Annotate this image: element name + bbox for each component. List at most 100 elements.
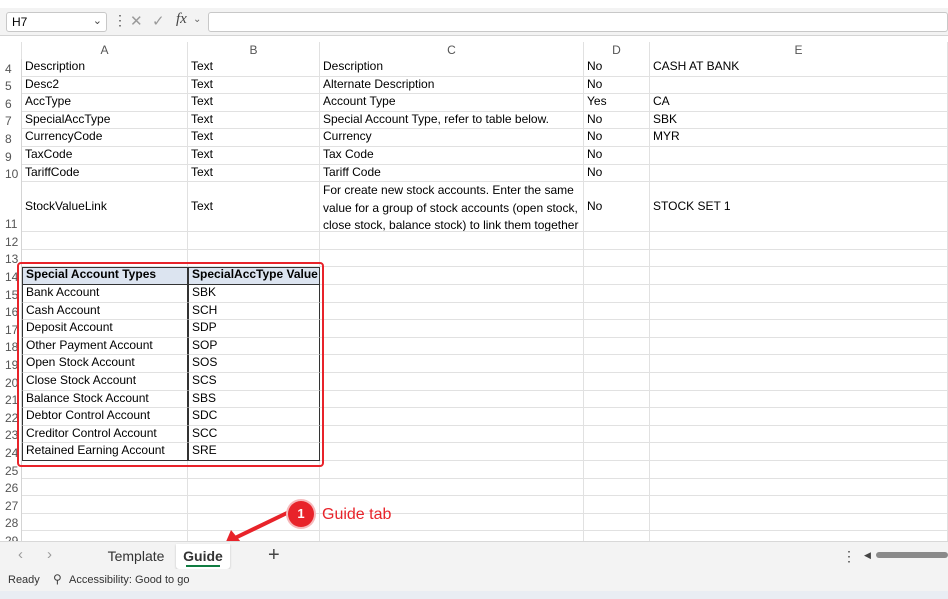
row-header[interactable]: 19 xyxy=(0,355,22,373)
cell[interactable]: Deposit Account xyxy=(22,320,188,338)
formula-input[interactable] xyxy=(208,12,948,32)
cell[interactable] xyxy=(22,461,188,479)
cell[interactable]: Open Stock Account xyxy=(22,355,188,373)
cell[interactable] xyxy=(22,513,188,532)
tab-template[interactable]: Template xyxy=(102,544,170,569)
cell[interactable] xyxy=(650,302,948,321)
row-header[interactable]: 21 xyxy=(0,390,22,409)
cell[interactable]: For create new stock accounts. Enter the… xyxy=(320,182,584,233)
row-header[interactable]: 4 xyxy=(0,59,22,77)
cell[interactable]: Yes xyxy=(584,94,650,112)
cell[interactable] xyxy=(650,408,948,426)
cell[interactable] xyxy=(22,249,188,268)
cell[interactable]: CurrencyCode xyxy=(22,129,188,147)
cell[interactable]: Cash Account xyxy=(22,302,188,321)
cell[interactable] xyxy=(320,232,584,250)
row-header[interactable]: 12 xyxy=(0,232,22,250)
column-header-e[interactable]: E xyxy=(650,42,948,59)
row-header[interactable]: 8 xyxy=(0,129,22,147)
cell[interactable]: SOP xyxy=(188,337,320,356)
cell[interactable] xyxy=(584,302,650,321)
cell[interactable] xyxy=(650,373,948,391)
cell[interactable]: SCH xyxy=(188,302,320,321)
cell[interactable] xyxy=(320,355,584,373)
cell[interactable] xyxy=(584,443,650,461)
cell[interactable]: No xyxy=(584,164,650,183)
row-header[interactable]: 13 xyxy=(0,249,22,268)
chevron-down-icon[interactable]: ⌄ xyxy=(93,14,102,27)
cell[interactable]: SpecialAccType Value xyxy=(188,267,320,285)
cell[interactable] xyxy=(584,285,650,303)
cell[interactable]: No xyxy=(584,59,650,77)
cell[interactable] xyxy=(320,461,584,479)
cell[interactable]: SDP xyxy=(188,320,320,338)
cell[interactable]: Special Account Types xyxy=(22,267,188,285)
cell[interactable]: No xyxy=(584,182,650,233)
cell[interactable] xyxy=(650,531,948,541)
cell[interactable]: Creditor Control Account xyxy=(22,425,188,444)
cell[interactable] xyxy=(584,408,650,426)
cell[interactable] xyxy=(320,390,584,409)
more-options-icon[interactable]: ⋮ xyxy=(113,12,127,29)
cell[interactable]: No xyxy=(584,129,650,147)
cell[interactable] xyxy=(320,478,584,497)
row-header[interactable]: 17 xyxy=(0,320,22,338)
cell[interactable] xyxy=(320,285,584,303)
cell[interactable]: Description xyxy=(22,59,188,77)
cell[interactable]: Text xyxy=(188,129,320,147)
row-header[interactable]: 28 xyxy=(0,513,22,532)
cell[interactable] xyxy=(584,461,650,479)
cell[interactable]: SCS xyxy=(188,373,320,391)
cell[interactable]: Text xyxy=(188,76,320,95)
row-header[interactable]: 24 xyxy=(0,443,22,461)
cell[interactable]: Retained Earning Account xyxy=(22,443,188,461)
row-header[interactable]: 16 xyxy=(0,302,22,321)
cell[interactable] xyxy=(650,390,948,409)
cell[interactable]: SBK xyxy=(188,285,320,303)
cell[interactable] xyxy=(650,478,948,497)
accessibility-icon[interactable]: ⚲ xyxy=(53,572,62,586)
cell[interactable] xyxy=(188,232,320,250)
cell[interactable]: STOCK SET 1 xyxy=(650,182,948,233)
row-header[interactable]: 20 xyxy=(0,373,22,391)
cell[interactable] xyxy=(320,443,584,461)
row-header[interactable]: 9 xyxy=(0,147,22,165)
cell[interactable]: Text xyxy=(188,147,320,165)
row-header[interactable]: 22 xyxy=(0,408,22,426)
cancel-icon[interactable]: ✕ xyxy=(130,12,143,30)
cell[interactable] xyxy=(320,302,584,321)
cell[interactable] xyxy=(650,425,948,444)
cell[interactable]: No xyxy=(584,147,650,165)
add-sheet-button[interactable]: + xyxy=(268,544,280,567)
chevron-left-icon[interactable]: ‹ xyxy=(18,546,23,563)
cell[interactable] xyxy=(584,267,650,285)
select-all-corner[interactable] xyxy=(0,42,22,59)
cell[interactable]: Currency xyxy=(320,129,584,147)
cell[interactable]: Description xyxy=(320,59,584,77)
insert-function-icon[interactable]: fx xyxy=(176,11,187,28)
cell[interactable]: Text xyxy=(188,111,320,130)
cell[interactable] xyxy=(650,355,948,373)
cell[interactable]: TaxCode xyxy=(22,147,188,165)
column-header-a[interactable]: A xyxy=(22,42,188,59)
row-header[interactable]: 15 xyxy=(0,285,22,303)
cell[interactable] xyxy=(584,425,650,444)
cell[interactable] xyxy=(22,478,188,497)
cell[interactable] xyxy=(650,249,948,268)
cell[interactable] xyxy=(584,232,650,250)
cell[interactable]: Close Stock Account xyxy=(22,373,188,391)
cell[interactable]: Special Account Type, refer to table bel… xyxy=(320,111,584,130)
cell[interactable] xyxy=(320,373,584,391)
more-options-icon[interactable]: ⋮ xyxy=(842,548,856,565)
cell[interactable]: Debtor Control Account xyxy=(22,408,188,426)
cell[interactable]: CASH AT BANK xyxy=(650,59,948,77)
cell[interactable] xyxy=(320,320,584,338)
cell[interactable] xyxy=(188,478,320,497)
cell[interactable]: CA xyxy=(650,94,948,112)
row-header[interactable]: 10 xyxy=(0,164,22,183)
chevron-down-icon[interactable]: ⌄ xyxy=(193,14,201,25)
cell[interactable]: Bank Account xyxy=(22,285,188,303)
chevron-right-icon[interactable]: › xyxy=(47,546,52,563)
row-header[interactable]: 5 xyxy=(0,76,22,95)
cell[interactable] xyxy=(584,249,650,268)
